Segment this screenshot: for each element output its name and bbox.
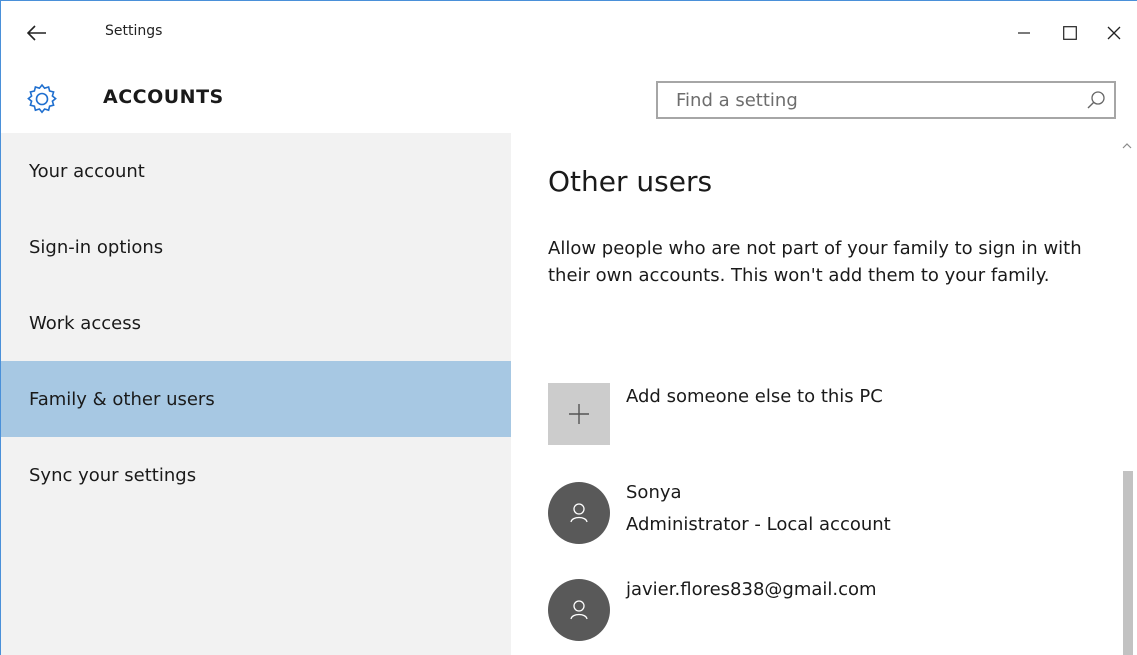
user-name: Sonya bbox=[626, 482, 682, 503]
back-arrow-icon[interactable] bbox=[21, 17, 53, 49]
sidebar-item-label: Sign-in options bbox=[29, 236, 164, 258]
user-item[interactable]: javier.flores838@gmail.com bbox=[548, 579, 1068, 645]
plus-icon bbox=[548, 383, 610, 445]
page-header: ACCOUNTS bbox=[1, 65, 1137, 133]
sidebar-item-label: Sync your settings bbox=[29, 464, 197, 486]
close-icon[interactable] bbox=[1091, 13, 1137, 53]
sidebar-item-sync-settings[interactable]: Sync your settings bbox=[1, 437, 511, 513]
gear-icon bbox=[24, 81, 60, 117]
title-bar: Settings bbox=[1, 1, 1137, 65]
sidebar-item-family-other-users[interactable]: Family & other users bbox=[1, 361, 511, 437]
minimize-icon[interactable] bbox=[1001, 13, 1047, 53]
window-title: Settings bbox=[105, 23, 163, 39]
page-heading: ACCOUNTS bbox=[103, 86, 224, 108]
user-avatar-icon bbox=[548, 482, 610, 544]
sidebar-item-sign-in-options[interactable]: Sign-in options bbox=[1, 209, 511, 285]
search-icon[interactable] bbox=[1086, 90, 1106, 110]
user-avatar-icon bbox=[548, 579, 610, 641]
search-box[interactable] bbox=[656, 81, 1116, 119]
add-user-label: Add someone else to this PC bbox=[626, 386, 883, 407]
section-description: Allow people who are not part of your fa… bbox=[548, 238, 1082, 286]
sidebar-item-label: Family & other users bbox=[29, 388, 215, 410]
main-content: Other users Allow people who are not par… bbox=[511, 133, 1137, 655]
sidebar-item-label: Work access bbox=[29, 312, 141, 334]
user-detail: Administrator - Local account bbox=[626, 514, 891, 535]
user-item[interactable]: Sonya Administrator - Local account bbox=[548, 482, 1068, 548]
sidebar-item-work-access[interactable]: Work access bbox=[1, 285, 511, 361]
scrollbar-thumb[interactable] bbox=[1123, 471, 1133, 655]
sidebar: Your account Sign-in options Work access… bbox=[1, 133, 511, 655]
sidebar-item-label: Your account bbox=[29, 160, 145, 182]
user-name: javier.flores838@gmail.com bbox=[626, 579, 877, 600]
section-title: Other users bbox=[548, 165, 713, 198]
sidebar-item-your-account[interactable]: Your account bbox=[1, 133, 511, 209]
search-input[interactable] bbox=[658, 83, 1078, 117]
add-user-button[interactable]: Add someone else to this PC bbox=[548, 378, 1068, 445]
maximize-icon[interactable] bbox=[1047, 13, 1093, 53]
scroll-up-icon[interactable] bbox=[1120, 137, 1134, 149]
scrollbar[interactable] bbox=[1118, 133, 1137, 655]
settings-window: Settings ACCOUNTS Find a setting Your ac… bbox=[0, 0, 1137, 655]
